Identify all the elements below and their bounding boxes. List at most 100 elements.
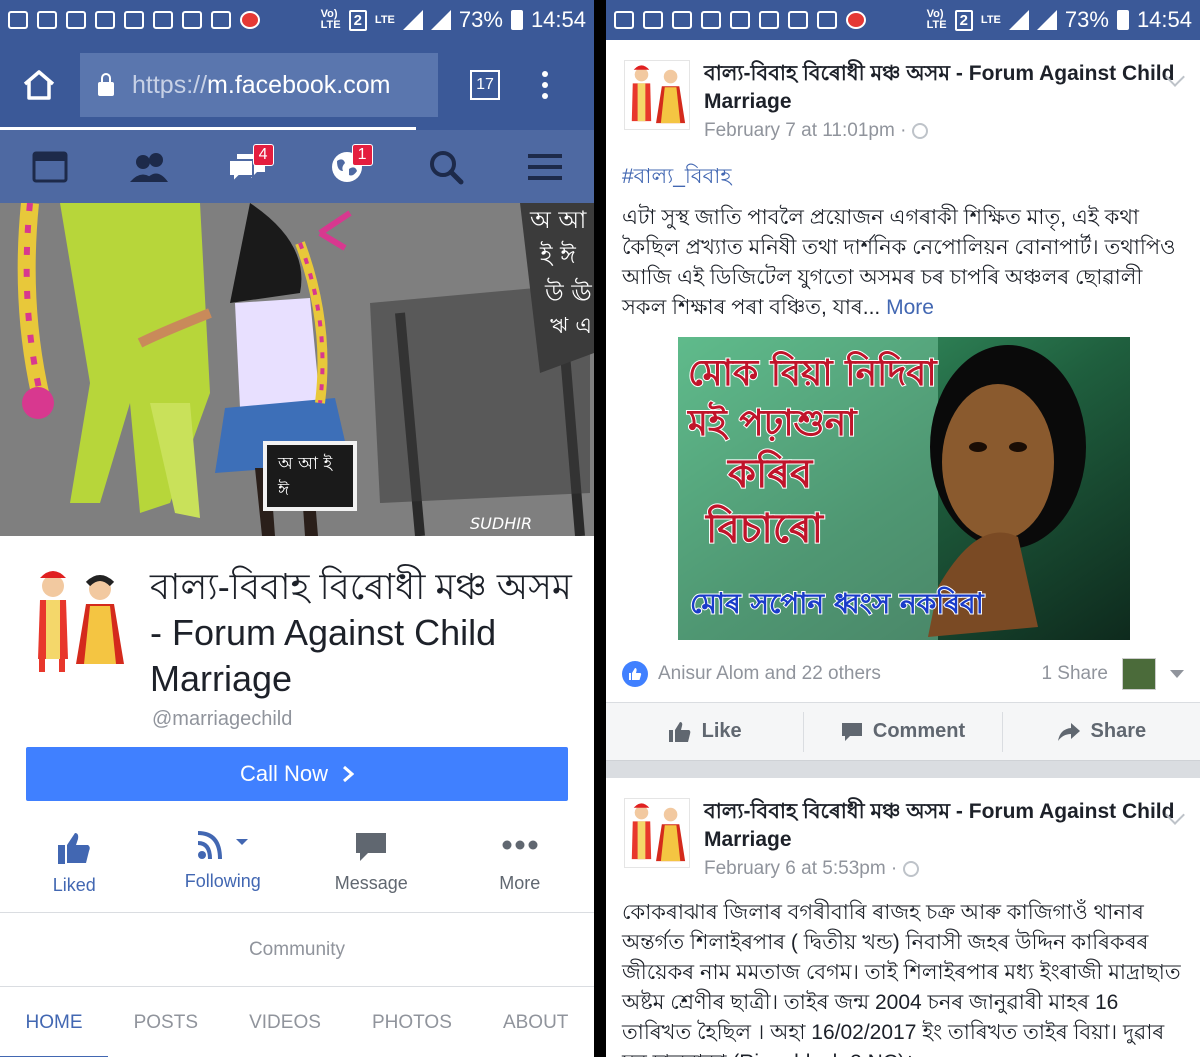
image-line-4: বিচাৰো	[704, 504, 824, 552]
cover-illustration: অ আ ই ঈ অ আ ই ঈ উ ঊ ঋ এ SUDHIR	[0, 203, 594, 536]
network-type: LTE	[374, 13, 395, 26]
ellipsis-icon	[502, 840, 538, 850]
friends-tab[interactable]	[119, 142, 179, 192]
share-icon	[1057, 722, 1080, 741]
network-type: LTE	[980, 13, 1001, 26]
notification-icons	[8, 11, 260, 29]
following-button[interactable]: Following	[149, 831, 298, 896]
tab-photos[interactable]: PHOTOS	[372, 1012, 452, 1034]
call-now-button[interactable]: Call Now	[26, 747, 568, 801]
caret-down-icon[interactable]	[1170, 670, 1184, 678]
thumbs-up-icon	[668, 721, 690, 742]
page-load-progress	[0, 127, 416, 130]
image-icon	[730, 11, 750, 29]
browser-toolbar: https://m.facebook.com 17	[0, 40, 594, 130]
notifications-badge: 1	[351, 143, 373, 166]
post-author-name[interactable]: বাল্য-বিবাহ বিৰোধী মঞ্চ অসম - Forum Agai…	[704, 798, 1182, 854]
viewer-thumbnail[interactable]	[1122, 658, 1156, 690]
emoji-icon	[672, 11, 692, 29]
post-action-bar: Like Comment Share	[606, 702, 1200, 760]
chat-icon	[614, 11, 634, 29]
see-more-link[interactable]: More	[886, 296, 934, 319]
comment-button[interactable]: Comment	[804, 711, 1003, 752]
svg-text:ঈ: ঈ	[277, 479, 290, 500]
gmail-icon	[153, 11, 173, 29]
liked-button[interactable]: Liked	[0, 831, 149, 896]
system-indicators: Vo) LTE 2 LTE 73% 14:54	[321, 7, 586, 33]
tab-switcher-button[interactable]: 17	[470, 70, 500, 100]
tab-videos[interactable]: VIDEOS	[249, 1012, 321, 1034]
like-reaction-icon	[622, 661, 648, 687]
hamburger-icon	[527, 153, 562, 180]
alert-icon	[643, 11, 663, 29]
post-timestamp[interactable]: February 7 at 11:01pm ·	[704, 120, 1182, 142]
image-icon	[182, 11, 202, 29]
screenshot-divider	[594, 0, 606, 1057]
battery-percent: 73%	[458, 7, 503, 32]
mail-icon	[759, 11, 779, 29]
share-button[interactable]: Share	[1003, 712, 1200, 752]
post-meta: বাল্য-বিবাহ বিৰোধী মঞ্চ অসম - Forum Agai…	[704, 798, 1182, 880]
share-count[interactable]: 1 Share	[1041, 663, 1108, 685]
more-button[interactable]: More	[446, 831, 595, 896]
url-host: m.facebook.com	[207, 70, 391, 99]
messages-tab[interactable]: 4	[218, 142, 278, 192]
battery-icon	[1116, 10, 1129, 30]
tab-posts[interactable]: POSTS	[134, 1012, 198, 1034]
post-author-avatar[interactable]	[624, 60, 690, 130]
reaction-summary: Anisur Alom and 22 others 1 Share	[606, 640, 1200, 702]
post-text: কোকৰাঝাৰ জিলাৰ বগৰীবাৰি ৰাজহ চক্ৰ আৰু কা…	[622, 901, 1181, 1057]
tab-about[interactable]: ABOUT	[503, 1012, 568, 1034]
post-image-graphic: মোক বিয়া নিদিবা মই পঢ়াশুনা কৰিব বিচাৰো…	[678, 337, 1130, 640]
artist-signature: SUDHIR	[470, 514, 532, 533]
cover-photo[interactable]: অ আ ই ঈ অ আ ই ঈ উ ঊ ঋ এ SUDHIR	[0, 203, 594, 536]
post-author-name[interactable]: বাল্য-বিবাহ বিৰোধী মঞ্চ অসম - Forum Agai…	[704, 60, 1182, 116]
notifications-tab[interactable]: 1	[317, 142, 377, 192]
browser-menu-button[interactable]	[542, 71, 548, 99]
reactions-text[interactable]: Anisur Alom and 22 others	[658, 663, 881, 685]
system-indicators: Vo) LTE 2 LTE 73% 14:54	[927, 7, 1192, 33]
thumbs-up-icon	[58, 833, 91, 864]
page-tabs: HOME POSTS VIDEOS PHOTOS ABOUT	[0, 987, 594, 1057]
android-icon	[211, 11, 231, 29]
comment-icon	[841, 722, 862, 741]
page-title: বাল্য-বিবাহ বিৰোধী মঞ্চ অসম - Forum Agai…	[150, 566, 572, 699]
url-bar[interactable]: https://m.facebook.com	[80, 53, 438, 117]
message-button[interactable]: Message	[297, 831, 446, 896]
home-button[interactable]	[14, 60, 64, 110]
share-summary: 1 Share	[1041, 658, 1184, 690]
facebook-nav-bar: 4 1	[0, 130, 594, 203]
status-bar: Vo) LTE 2 LTE 73% 14:54	[606, 0, 1200, 40]
page-profile-picture[interactable]	[28, 564, 128, 674]
post-author-avatar[interactable]	[624, 798, 690, 868]
share-label: Share	[1090, 720, 1147, 742]
clock: 14:54	[1136, 7, 1192, 32]
menu-tab[interactable]	[515, 142, 575, 192]
tab-home[interactable]: HOME	[26, 1012, 83, 1034]
post-time-text: February 6 at 5:53pm ·	[704, 858, 898, 879]
news-feed-icon	[32, 151, 67, 182]
search-tab[interactable]	[416, 142, 476, 192]
post-timestamp[interactable]: February 6 at 5:53pm ·	[704, 858, 1182, 880]
image-line-3: কৰিব	[726, 449, 814, 497]
post-time-text: February 7 at 11:01pm ·	[704, 120, 907, 141]
feed-post: বাল্য-বিবাহ বিৰোধী মঞ্চ অসম - Forum Agai…	[606, 778, 1200, 1057]
left-screenshot: Vo) LTE 2 LTE 73% 14:54 https://m.faceboo…	[0, 0, 594, 1057]
volte-indicator: Vo) LTE	[926, 8, 947, 31]
friends-icon	[129, 152, 168, 182]
image-line-5: মোৰ সপোন ধ্বংস নকৰিবা	[690, 586, 985, 620]
like-button[interactable]: Like	[606, 711, 805, 752]
page-actions: Liked Following Message More	[0, 801, 594, 913]
clock: 14:54	[530, 7, 586, 32]
news-feed-tab[interactable]	[20, 142, 80, 192]
image-line-1: মোক বিয়া নিদিবা	[688, 351, 938, 394]
post-image[interactable]: মোক বিয়া নিদিবা মই পঢ়াশুনা কৰিব বিচাৰো…	[678, 337, 1130, 640]
page-username: @marriagechild	[152, 708, 293, 730]
signal-icon	[1036, 10, 1057, 30]
url-scheme: https://	[132, 70, 208, 99]
post-meta: বাল্য-বিবাহ বিৰোধী মঞ্চ অসম - Forum Agai…	[704, 60, 1182, 142]
status-bar: Vo) LTE 2 LTE 73% 14:54	[0, 0, 594, 40]
messages-badge: 4	[252, 143, 274, 166]
community-section[interactable]: Community	[0, 913, 594, 987]
post-hashtag[interactable]: #বাল্য_বিবাহ	[606, 142, 1200, 195]
